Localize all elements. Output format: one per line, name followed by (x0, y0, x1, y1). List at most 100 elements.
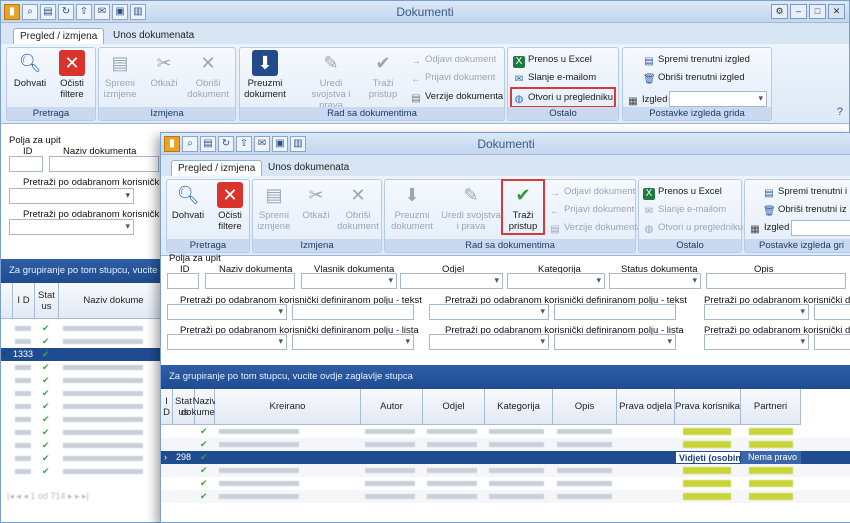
odjel-select[interactable] (400, 273, 503, 289)
odjavi-dokument-button[interactable]: → Odjavi dokument (549, 184, 635, 199)
group-rad: ⬇ Preuzmi dokument ✎ Uredi svojstva i prav… (384, 179, 642, 253)
lista-value-1[interactable] (292, 334, 414, 350)
row-indicator-icon: › (3, 348, 6, 358)
selected-row-id[interactable]: 298 (173, 451, 195, 464)
tab-pregled[interactable]: Pregled / izmjena (13, 28, 105, 44)
mail-icon: ✉ (514, 74, 524, 85)
tab-unos[interactable]: Unos dokumenata (107, 28, 200, 44)
group-postavke: ▤ Spremi trenutni i 🗑︎ Obriši trenutni iz … (744, 179, 850, 253)
tekst-input-2[interactable] (554, 304, 676, 320)
spremi-izgled-button[interactable]: ▤ Spremi trenutni izgled (643, 52, 750, 67)
lista-value-3[interactable] (814, 334, 850, 350)
col-hdr-id[interactable]: I D (13, 283, 35, 319)
uredi-svojstva-button[interactable]: ✎ Uredi svojstva i prava (441, 182, 501, 232)
obrisi-dokument-button[interactable]: ✕ Obriši dokument (187, 50, 229, 100)
spremi-izmjene-button[interactable]: ▤ Spremi izmjene (253, 182, 295, 232)
ocisti-filtere-button[interactable]: ✕ Očisti filtere (51, 50, 93, 100)
col-hdr-0[interactable]: I D (161, 389, 173, 425)
prenos-excel-button[interactable]: X Prenos u Excel (643, 184, 722, 200)
ocisti-filtere-button[interactable]: ✕ Očisti filtere (209, 182, 251, 232)
otvori-preglednik-button[interactable]: ◍ Otvori u pregledniku (643, 220, 743, 235)
col-hdr-9[interactable]: Prava korisnika (675, 389, 741, 425)
close-button[interactable]: ✕ (828, 4, 845, 19)
blurred-cell (15, 417, 31, 422)
otkazi-button[interactable]: ✂ Otkaži (143, 50, 185, 89)
col-hdr-7[interactable]: Opis (553, 389, 617, 425)
tekst-input-1[interactable] (292, 304, 414, 320)
prenos-excel-button[interactable]: X Prenos u Excel (513, 52, 592, 68)
uredi-svojstva-button[interactable]: ✎ Uredi svojstva i prava (306, 50, 356, 111)
obrisi-izgled-button[interactable]: 🗑︎ Obriši trenutni izgled (643, 70, 745, 85)
tekst-select[interactable] (9, 188, 134, 204)
lista-select-2[interactable] (429, 334, 549, 350)
otkazi-button[interactable]: ✂ Otkaži (295, 182, 337, 221)
slanje-email-button[interactable]: ✉ Slanje e-mailom (643, 202, 726, 217)
selected-row-id[interactable]: 1333 (13, 348, 33, 361)
blurred-cell (63, 326, 143, 331)
col-hdr-8[interactable]: Prava odjela (617, 389, 675, 425)
spremi-izgled-button[interactable]: ▤ Spremi trenutni i (763, 184, 847, 199)
pager[interactable]: |◂ ◂ ◂ 1 od 714 ▸ ▸ ▸| (1, 491, 161, 503)
col-hdr-2[interactable]: Naziv dokumenta (181, 389, 228, 425)
opis-input[interactable] (706, 273, 846, 289)
prava-odjela-cell[interactable]: Vidjeti (osobine) (675, 451, 741, 464)
izgled-select[interactable] (791, 220, 850, 236)
lista-value-2[interactable] (554, 334, 676, 350)
blurred-cell (365, 494, 415, 499)
vlasnik-select[interactable] (301, 273, 397, 289)
prava-korisnika-cell[interactable]: Nema pravo (741, 451, 801, 464)
preuzmi-dokument-button[interactable]: ⬇ Preuzmi dokument (391, 182, 433, 232)
verzije-dokumenta-button[interactable]: ▤ Verzije dokumenta (549, 220, 642, 235)
col-hdr-10[interactable]: Partneri (741, 389, 801, 425)
dohvati-button[interactable]: 🔍︎ Dohvati (9, 50, 51, 89)
group-panel[interactable]: Za grupiranje po tom stupcu, vucite ovdj… (161, 365, 850, 389)
status-check-icon: ✔ (42, 388, 50, 398)
excel-icon: X (513, 56, 525, 68)
tekst-select-1[interactable] (167, 304, 287, 320)
id-input[interactable] (9, 156, 43, 172)
naziv-input[interactable] (49, 156, 159, 172)
lista-select[interactable] (9, 219, 134, 235)
trazi-pristup-button[interactable]: ✔ Traži pristup (362, 50, 404, 100)
status-check-icon: ✔ (200, 426, 208, 436)
naziv-input[interactable] (205, 273, 295, 289)
minimize-button[interactable]: – (790, 4, 807, 19)
col-hdr-status[interactable]: Stat us (35, 283, 59, 319)
help-icon[interactable]: ? (837, 106, 843, 118)
status-select[interactable] (609, 273, 701, 289)
verzije-dokumenta-button[interactable]: ▤ Verzije dokumenta (410, 89, 503, 104)
spremi-izmjene-button[interactable]: ▤ Spremi izmjene (99, 50, 141, 100)
group-panel[interactable]: Za grupiranje po tom stupcu, vucite c (1, 259, 161, 300)
tekst-select-2[interactable] (429, 304, 549, 320)
izgled-select[interactable] (669, 91, 767, 107)
tekst-select-3[interactable] (704, 304, 809, 320)
col-hdr-5[interactable]: Odjel (423, 389, 485, 425)
slanje-email-button[interactable]: ✉ Slanje e-mailom (513, 70, 596, 85)
preuzmi-dokument-button[interactable]: ⬇ Preuzmi dokument (244, 50, 286, 100)
otvori-preglednik-button[interactable]: ◍ Otvori u pregledniku (509, 87, 617, 108)
kategorija-select[interactable] (507, 273, 605, 289)
save-icon: ▤ (111, 53, 129, 73)
prijavi-dokument-button[interactable]: ← Prijavi dokument (410, 70, 495, 85)
permission-badge (749, 428, 793, 435)
group-label: Izmjena (253, 239, 381, 252)
tab-unos[interactable]: Unos dokumenata (262, 160, 355, 176)
obrisi-dokument-button[interactable]: ✕ Obriši dokument (337, 182, 379, 232)
id-input[interactable] (167, 273, 199, 289)
dohvati-button[interactable]: 🔍︎ Dohvati (167, 182, 209, 221)
lista-select-3[interactable] (704, 334, 809, 350)
maximize-button[interactable]: □ (809, 4, 826, 19)
col-hdr-6[interactable]: Kategorija (485, 389, 553, 425)
prijavi-dokument-button[interactable]: ← Prijavi dokument (549, 202, 634, 217)
obrisi-izgled-button[interactable]: 🗑︎ Obriši trenutni iz (763, 202, 847, 217)
tab-pregled[interactable]: Pregled / izmjena (171, 160, 263, 176)
lista-select-1[interactable] (167, 334, 287, 350)
back-titlebar: ▮ ⌕ ▤ ↻ ⇧ ✉ ▣ ▥ Dokumenti ⚙ – □ ✕ (1, 1, 849, 23)
tekst-input-3[interactable] (814, 304, 850, 320)
trazi-pristup-button[interactable]: ✔ Traži pristup (501, 179, 545, 235)
col-hdr-4[interactable]: Autor (361, 389, 423, 425)
col-hdr-naziv[interactable]: Naziv dokume (59, 283, 169, 319)
col-hdr-3[interactable]: Kreirano (215, 389, 361, 425)
settings-icon[interactable]: ⚙ (771, 4, 788, 19)
odjavi-dokument-button[interactable]: → Odjavi dokument (410, 52, 496, 67)
